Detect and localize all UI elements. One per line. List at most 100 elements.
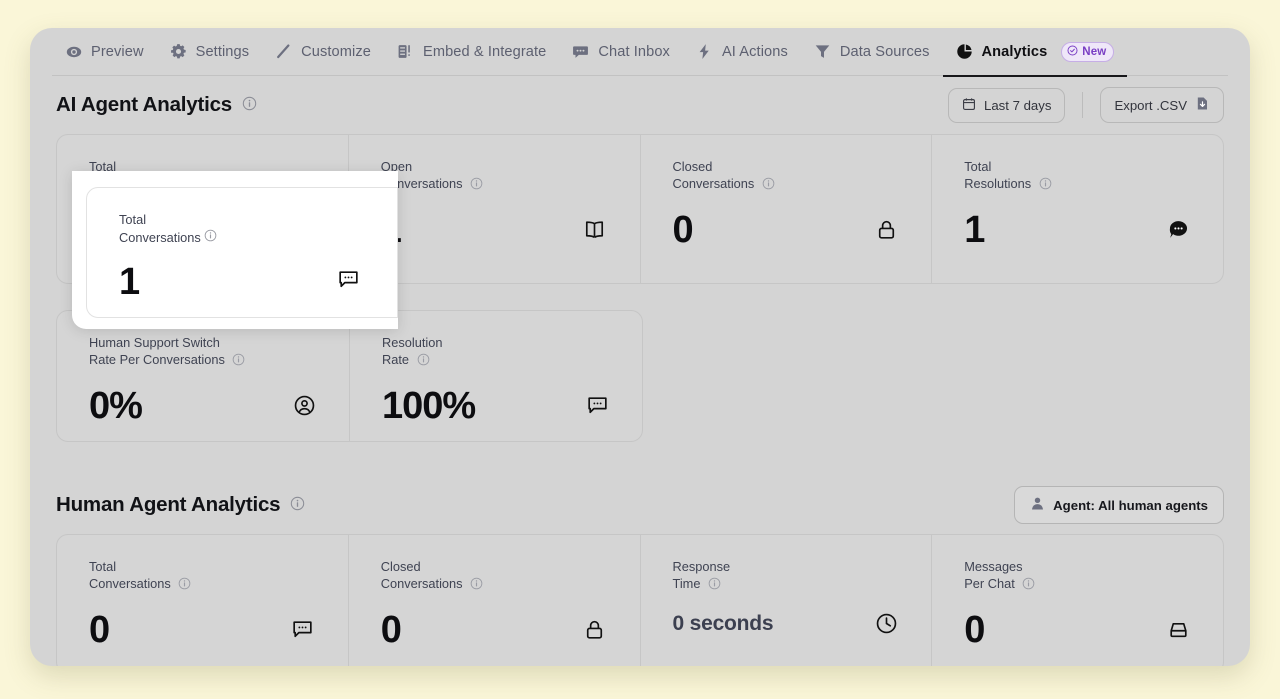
- kpi-card-human-closed-conversations[interactable]: Closed Conversations 0: [349, 535, 641, 666]
- kpi-label: Closed Conversations: [381, 559, 571, 595]
- kpi-label-line1: Total: [964, 159, 992, 174]
- kpi-label: Human Support Switch Rate Per Conversati…: [89, 335, 279, 371]
- kpi-card-total-conversations[interactable]: Total Conversations 1: [57, 135, 349, 283]
- kpi-value-row: 100%: [382, 387, 616, 425]
- date-range-button[interactable]: Last 7 days: [947, 87, 1066, 123]
- info-icon[interactable]: [242, 93, 257, 117]
- kpi-label-line2: Conversations: [89, 575, 171, 591]
- ai-section-title-text: AI Agent Analytics: [56, 93, 232, 116]
- info-icon[interactable]: [178, 577, 191, 593]
- bolt-icon: [696, 43, 713, 60]
- info-icon[interactable]: [232, 353, 245, 369]
- analytics-panel: Preview Settings Customize Embed & Integ…: [30, 28, 1250, 666]
- check-circle-icon: [1067, 44, 1078, 59]
- kpi-card-resolution-rate[interactable]: Resolution Rate 100%: [350, 311, 642, 441]
- agent-filter-button[interactable]: Agent: All human agents: [1014, 486, 1224, 524]
- person-icon: [1030, 496, 1045, 514]
- kpi-label-line1: Resolution: [382, 335, 443, 350]
- kpi-label: Messages Per Chat: [964, 559, 1154, 595]
- kpi-value-row: 1: [964, 211, 1197, 249]
- kpi-label: Closed Conversations: [673, 159, 863, 195]
- kpi-label: Total Resolutions: [964, 159, 1154, 195]
- ai-header-actions: Last 7 days Export .CSV: [947, 87, 1224, 123]
- ai-kpi-row-2: Human Support Switch Rate Per Conversati…: [56, 310, 643, 442]
- tab-label: Embed & Integrate: [422, 43, 547, 60]
- kpi-label-line2: Time: [672, 575, 701, 591]
- lock-icon: [582, 617, 608, 643]
- kpi-card-open-conversations[interactable]: Open Conversations 1: [349, 135, 641, 283]
- download-file-icon: [1195, 96, 1210, 114]
- tab-chat-inbox[interactable]: Chat Inbox: [559, 28, 683, 76]
- kpi-label-line2: Rate: [382, 351, 410, 367]
- info-icon[interactable]: [762, 177, 775, 193]
- tab-label: Preview: [91, 43, 144, 60]
- kpi-value: 0: [964, 608, 985, 651]
- pie-chart-icon: [956, 43, 973, 60]
- chat-icon: [572, 43, 589, 60]
- kpi-card-human-total-conversations[interactable]: Total Conversations 0: [57, 535, 349, 666]
- info-icon[interactable]: [178, 177, 191, 193]
- kpi-label-line1: Open: [380, 159, 413, 174]
- kpi-label: Open Conversations: [381, 159, 571, 195]
- kpi-label: Response Time: [673, 559, 863, 595]
- open-book-icon: [582, 217, 608, 243]
- tab-data-sources[interactable]: Data Sources: [801, 28, 943, 76]
- kpi-label-line1: Total: [89, 559, 117, 574]
- user-circle-icon: [291, 393, 317, 419]
- kpi-value: 0%: [89, 384, 143, 427]
- kpi-value: 1: [964, 208, 985, 251]
- kpi-label-line2: Conversations: [89, 175, 171, 191]
- export-csv-label: Export .CSV: [1114, 97, 1187, 113]
- kpi-value: 0: [380, 608, 402, 651]
- tab-label: Analytics: [981, 43, 1048, 60]
- status-badge-new: New: [1061, 41, 1115, 62]
- kpi-label-line2: Rate Per Conversations: [89, 351, 225, 367]
- info-icon[interactable]: [1022, 577, 1035, 593]
- tab-label: AI Actions: [721, 43, 788, 60]
- tab-settings[interactable]: Settings: [157, 28, 263, 76]
- clock-icon: [873, 611, 899, 637]
- inbox-icon: [1165, 617, 1191, 643]
- tab-embed-integrate[interactable]: Embed & Integrate: [384, 28, 559, 76]
- tab-label: Customize: [301, 43, 371, 60]
- info-icon[interactable]: [470, 177, 483, 193]
- kpi-label: Total Conversations: [89, 559, 279, 595]
- tab-customize[interactable]: Customize: [262, 28, 384, 76]
- kpi-card-messages-per-chat[interactable]: Messages Per Chat 0: [932, 535, 1223, 666]
- ai-agent-analytics-header: AI Agent Analytics Last 7 days Export .C…: [30, 76, 1250, 134]
- info-icon[interactable]: [290, 493, 305, 517]
- kpi-card-closed-conversations[interactable]: Closed Conversations 0: [641, 135, 933, 283]
- chat-dots-outline-icon: [584, 393, 610, 419]
- kpi-card-total-resolutions[interactable]: Total Resolutions 1: [932, 135, 1223, 283]
- tab-ai-actions[interactable]: AI Actions: [683, 28, 801, 76]
- kpi-value-row: 0: [381, 611, 614, 649]
- kpi-value-row: 0: [89, 611, 322, 649]
- info-icon[interactable]: [1039, 177, 1052, 193]
- tab-label: Settings: [195, 43, 250, 60]
- eye-icon: [65, 43, 82, 60]
- kpi-label: Resolution Rate: [382, 335, 572, 371]
- lock-icon: [873, 217, 899, 243]
- chat-dots-outline-icon: [290, 617, 316, 643]
- kpi-card-human-support-switch-rate[interactable]: Human Support Switch Rate Per Conversati…: [57, 311, 350, 441]
- ai-kpi-row-1: Total Conversations 1 Open Conversations…: [56, 134, 1224, 284]
- tab-analytics[interactable]: Analytics New: [942, 28, 1128, 77]
- pencil-icon: [275, 43, 292, 60]
- info-icon[interactable]: [470, 577, 483, 593]
- kpi-label-line2: Conversations: [380, 175, 463, 191]
- gear-icon: [170, 43, 187, 60]
- export-csv-button[interactable]: Export .CSV: [1100, 87, 1224, 123]
- badge-label: New: [1082, 45, 1107, 58]
- human-kpi-row: Total Conversations 0 Closed Conversatio…: [56, 534, 1224, 666]
- kpi-label: Total Conversations: [89, 159, 279, 195]
- kpi-value: 0: [89, 608, 110, 651]
- kpi-label-line1: Messages: [964, 559, 1023, 574]
- kpi-card-response-time[interactable]: Response Time 0 seconds: [641, 535, 933, 666]
- human-section-title: Human Agent Analytics: [56, 493, 305, 517]
- info-icon[interactable]: [708, 577, 721, 593]
- kpi-value: 1: [380, 208, 402, 251]
- funnel-icon: [814, 43, 831, 60]
- tab-preview[interactable]: Preview: [52, 28, 157, 76]
- info-icon[interactable]: [417, 353, 430, 369]
- kpi-label-line1: Human Support Switch: [89, 335, 220, 350]
